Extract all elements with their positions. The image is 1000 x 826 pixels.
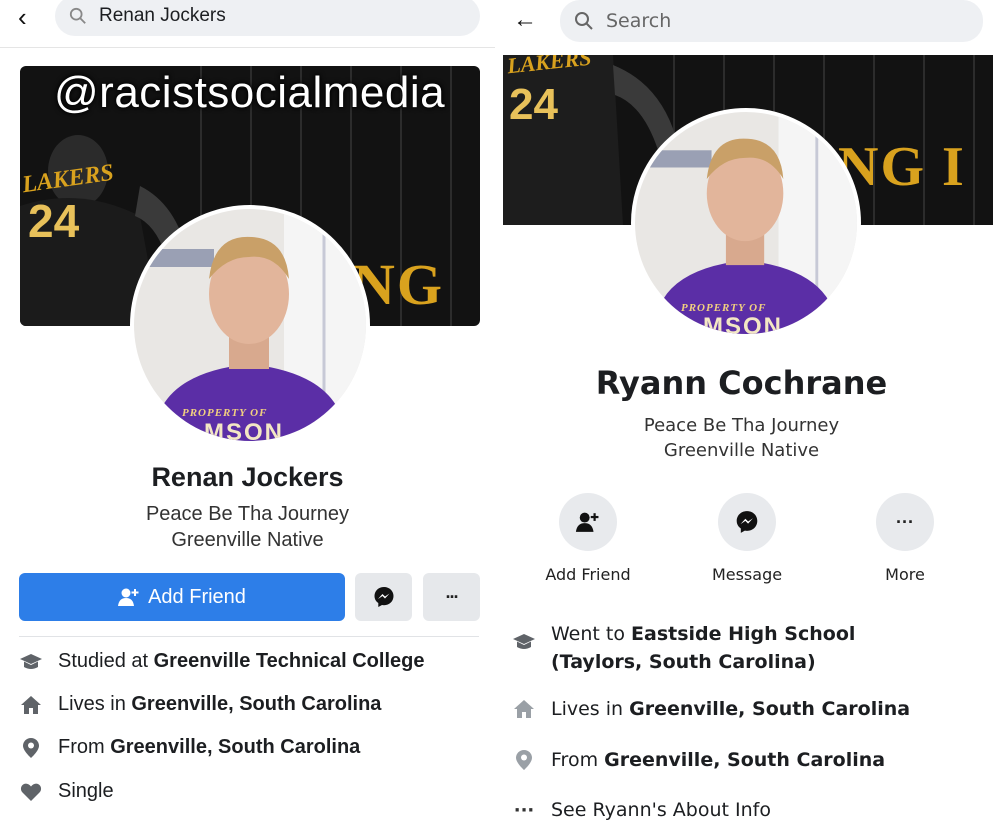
search-value: Renan Jockers (99, 5, 226, 26)
profile-photo-image (635, 112, 857, 334)
add-friend-icon (118, 588, 139, 606)
more-button[interactable]: ··· More (845, 493, 965, 584)
more-dots-icon: ··· (513, 799, 535, 821)
shirt-text-large: MSON (204, 419, 284, 445)
more-label: More (885, 565, 925, 584)
right-screenshot: ← Search LAKERS 24 NG I PROPERTY OF MSON… (503, 0, 1000, 826)
banner-text: NG I (838, 136, 966, 198)
info-prefix: Lives in (551, 698, 630, 720)
more-icon: ··· (445, 586, 460, 607)
add-friend-label: Add Friend (545, 565, 631, 584)
info-lives-in: Lives in Greenville, South Carolina (511, 698, 910, 720)
add-friend-icon (575, 512, 599, 532)
search-input[interactable]: Renan Jockers (55, 0, 480, 36)
top-bar: ‹ Renan Jockers (0, 0, 495, 44)
jersey-number-text: 24 (28, 195, 80, 247)
info-value[interactable]: Greenville, South Carolina (131, 693, 381, 715)
add-friend-button[interactable]: Add Friend (19, 573, 345, 621)
message-button[interactable]: Message (687, 493, 807, 584)
watermark-text: @racistsocialmedia (54, 68, 446, 117)
panel-divider (495, 0, 503, 826)
top-bar: ← Search (503, 0, 1000, 44)
add-friend-label: Add Friend (148, 585, 246, 608)
info-about[interactable]: ··· See Ryann's About Info (511, 799, 771, 821)
profile-picture[interactable]: PROPERTY OF MSON (130, 205, 370, 445)
messenger-icon (374, 587, 393, 607)
heart-icon (18, 782, 44, 802)
info-value[interactable]: Greenville, South Carolina (629, 698, 910, 720)
profile-name: Ryann Cochrane (595, 364, 888, 402)
search-input[interactable]: Search (560, 0, 983, 42)
messenger-icon (736, 511, 758, 533)
message-label: Message (711, 565, 783, 584)
info-value[interactable]: Greenville, South Carolina (604, 749, 885, 771)
more-button[interactable]: ··· (423, 573, 480, 621)
info-from: From Greenville, South Carolina (18, 736, 360, 759)
bio-line-1: Peace Be Tha Journey (643, 415, 840, 436)
divider (0, 47, 495, 48)
back-arrow-icon[interactable]: ← (513, 6, 537, 34)
info-education: Studied at Greenville Technical College (18, 650, 424, 673)
graduation-cap-icon (18, 652, 44, 672)
location-pin-icon (511, 749, 537, 771)
graduation-cap-icon (511, 632, 537, 652)
info-from: From Greenville, South Carolina (511, 749, 885, 771)
divider (19, 636, 479, 637)
search-placeholder: Search (606, 10, 672, 32)
profile-name: Renan Jockers (151, 462, 344, 492)
see-about-link[interactable]: See Ryann's About Info (551, 799, 771, 821)
info-value: Single (58, 780, 114, 802)
shirt-text: PROPERTY OF (182, 407, 268, 419)
info-relationship: Single (18, 780, 114, 803)
jersey-number-text: 24 (509, 80, 558, 129)
add-friend-button[interactable]: Add Friend (528, 493, 648, 584)
house-icon (18, 695, 44, 715)
house-icon (511, 699, 537, 719)
info-prefix: Lives in (58, 693, 132, 715)
bio-line-2: Greenville Native (171, 529, 324, 551)
info-prefix: Studied at (58, 650, 154, 672)
info-prefix: Went to (551, 623, 632, 645)
profile-picture[interactable]: PROPERTY OF MSON (631, 108, 861, 338)
search-icon (575, 12, 593, 30)
info-education: Went to Eastside High School (Taylors, S… (511, 620, 981, 676)
info-prefix: From (58, 736, 111, 758)
info-lives-in: Lives in Greenville, South Carolina (18, 693, 381, 716)
banner-text: NG I (353, 252, 444, 326)
search-icon (69, 7, 86, 24)
shirt-text-large: MSON (703, 313, 783, 338)
location-pin-icon (18, 737, 44, 759)
bio-line-1: Peace Be Tha Journey (145, 503, 350, 525)
bio-line-2: Greenville Native (663, 440, 820, 461)
left-screenshot: ‹ Renan Jockers LAKERS 24 NG I @racistso… (0, 0, 495, 826)
info-prefix: From (551, 749, 605, 771)
info-value[interactable]: Greenville, South Carolina (110, 736, 360, 758)
message-button[interactable] (355, 573, 412, 621)
back-chevron-icon[interactable]: ‹ (18, 2, 27, 33)
more-icon: ··· (896, 511, 914, 532)
info-value[interactable]: Greenville Technical College (154, 650, 425, 672)
